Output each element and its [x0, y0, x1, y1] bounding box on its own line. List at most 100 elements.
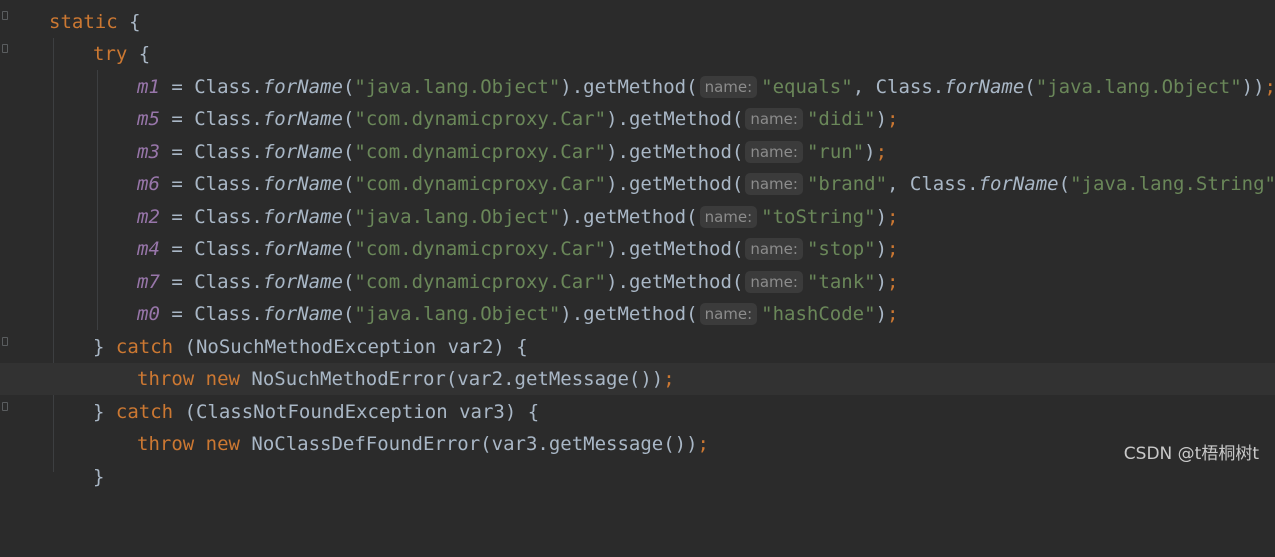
parameter-hint: name:	[745, 108, 803, 130]
paren: (	[342, 206, 355, 228]
keyword: catch	[115, 401, 174, 423]
comma: ,	[852, 76, 876, 98]
brace: }	[93, 466, 105, 488]
code-line-m1[interactable]: m1 = Class.forName("java.lang.Object").g…	[0, 71, 1275, 103]
class-ref: Class.	[194, 173, 263, 195]
keyword: throw	[137, 433, 195, 455]
code-line-try[interactable]: try {	[0, 38, 1275, 70]
keyword: new	[194, 368, 240, 390]
code-line-throw-nosuchmethod[interactable]: throw new NoSuchMethodError(var2.getMess…	[0, 363, 1275, 395]
field-name: m4	[137, 238, 160, 260]
keyword: try	[93, 43, 128, 65]
string-literal: "java.lang.Object"	[354, 303, 561, 325]
paren: )	[875, 271, 888, 293]
catch-clause: (NoSuchMethodException var2) {	[173, 336, 528, 358]
operator: =	[159, 238, 195, 260]
static-method: forName	[262, 76, 343, 98]
code-line-m6[interactable]: m6 = Class.forName("com.dynamicproxy.Car…	[0, 168, 1275, 200]
semicolon: ;	[887, 303, 899, 325]
comma: ,	[887, 173, 910, 195]
parameter-hint: name:	[745, 141, 803, 163]
code-line-m5[interactable]: m5 = Class.forName("com.dynamicproxy.Car…	[0, 103, 1275, 135]
keyword: new	[194, 433, 240, 455]
string-literal: "com.dynamicproxy.Car"	[354, 108, 607, 130]
field-name: m2	[137, 206, 160, 228]
field-name: m6	[137, 173, 160, 195]
method-call: ).getMethod(	[606, 141, 744, 163]
static-method: forName	[262, 141, 343, 163]
parameter-hint: name:	[699, 76, 758, 98]
paren: )	[864, 141, 876, 163]
string-literal: "brand"	[806, 173, 888, 195]
class-ref: Class.	[194, 206, 263, 228]
code-line-m2[interactable]: m2 = Class.forName("java.lang.Object").g…	[0, 201, 1275, 233]
method-call: ).getMethod(	[606, 173, 744, 195]
operator: =	[159, 271, 195, 293]
string-literal: "toString"	[761, 206, 876, 228]
static-method: forName	[262, 206, 343, 228]
operator: =	[159, 108, 195, 130]
code-line-catch-classnotfound[interactable]: } catch (ClassNotFoundException var3) {	[0, 396, 1275, 428]
brace: {	[127, 43, 151, 65]
parameter-hint: name:	[745, 271, 803, 293]
semicolon: ;	[887, 108, 899, 130]
method-call: ).getMethod(	[560, 303, 698, 325]
string-literal: "run"	[806, 141, 865, 163]
static-method: forName	[262, 303, 343, 325]
class-ref: Class.	[194, 238, 263, 260]
semicolon: ;	[663, 368, 675, 390]
paren: (	[1058, 173, 1071, 195]
method-call: ).getMethod(	[560, 76, 698, 98]
paren: (	[342, 303, 355, 325]
parameter-hint: name:	[699, 206, 758, 228]
paren: (	[342, 173, 355, 195]
code-line-m4[interactable]: m4 = Class.forName("com.dynamicproxy.Car…	[0, 233, 1275, 265]
parameter-hint: name:	[699, 303, 758, 325]
semicolon: ;	[887, 271, 899, 293]
semicolon: ;	[887, 238, 899, 260]
paren: )	[875, 238, 888, 260]
keyword: static	[49, 11, 118, 33]
class-ref: Class.	[194, 141, 263, 163]
parameter-hint: name:	[745, 173, 803, 195]
code-editor[interactable]: static { try { m1 = Class.forName("java.…	[0, 0, 1275, 488]
string-literal: "didi"	[806, 108, 876, 130]
method-call: ).getMethod(	[606, 108, 744, 130]
field-name: m1	[137, 76, 160, 98]
static-method: forName	[262, 108, 343, 130]
static-method: forName	[262, 238, 343, 260]
string-literal: "java.lang.Object"	[354, 206, 561, 228]
class-ref: Class.	[909, 173, 979, 195]
string-literal: "com.dynamicproxy.Car"	[354, 173, 607, 195]
static-method: forName	[262, 271, 343, 293]
keyword: throw	[137, 368, 195, 390]
code-line-catch-nosuchmethod[interactable]: } catch (NoSuchMethodException var2) {	[0, 331, 1275, 363]
class-ref: Class.	[875, 76, 945, 98]
code-line-m0[interactable]: m0 = Class.forName("java.lang.Object").g…	[0, 298, 1275, 330]
string-literal: "equals"	[761, 76, 853, 98]
code-line-throw-classnotfound[interactable]: throw new NoClassDefFoundError(var3.getM…	[0, 428, 1275, 460]
throw-expression: NoClassDefFoundError(var3.getMessage())	[239, 433, 698, 455]
semicolon: ;	[875, 141, 888, 163]
code-line-m7[interactable]: m7 = Class.forName("com.dynamicproxy.Car…	[0, 266, 1275, 298]
field-name: m0	[137, 303, 160, 325]
field-name: m3	[137, 141, 160, 163]
operator: =	[159, 76, 195, 98]
semicolon: ;	[697, 433, 709, 455]
code-line-close[interactable]: }	[0, 461, 1275, 493]
code-line-m3[interactable]: m3 = Class.forName("com.dynamicproxy.Car…	[0, 136, 1275, 168]
code-line-static[interactable]: static {	[0, 6, 1275, 38]
method-call: ).getMethod(	[560, 206, 698, 228]
semicolon: ;	[887, 206, 899, 228]
catch-clause: (ClassNotFoundException var3) {	[173, 401, 540, 423]
operator: =	[159, 173, 195, 195]
class-ref: Class.	[194, 108, 263, 130]
paren: )	[875, 303, 888, 325]
field-name: m7	[137, 271, 160, 293]
string-literal: "tank"	[806, 271, 876, 293]
paren: ))	[1241, 76, 1265, 98]
operator: =	[159, 141, 195, 163]
paren: )	[875, 206, 888, 228]
brace: }	[93, 401, 116, 423]
operator: =	[159, 303, 195, 325]
